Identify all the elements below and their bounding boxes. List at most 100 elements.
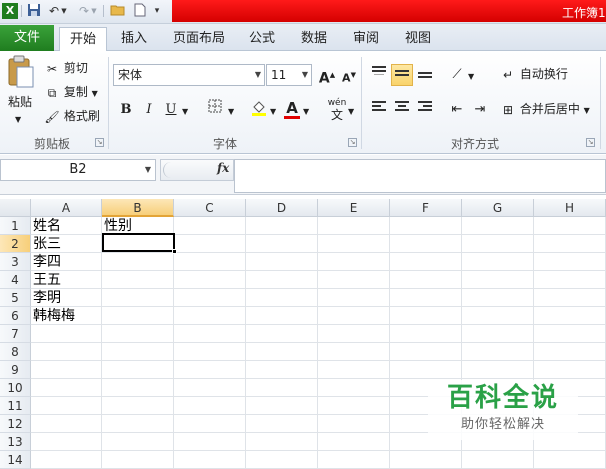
phonetic-button[interactable]: wén 文 (326, 97, 348, 121)
decrease-indent-button[interactable]: ⇤ (446, 99, 468, 121)
tab-file[interactable]: 文件 (0, 25, 54, 51)
gridline (31, 378, 606, 379)
orientation-button[interactable]: ⟋ (446, 64, 468, 86)
name-box[interactable]: B2 ▼ (0, 159, 156, 181)
cut-button[interactable]: ✂ 剪切 (44, 59, 88, 77)
font-color-dropdown-icon[interactable]: ▼ (303, 103, 309, 121)
borders-button[interactable] (204, 99, 226, 121)
merge-dropdown-icon[interactable]: ▼ (584, 106, 590, 115)
tab-data[interactable]: 数据 (296, 27, 332, 51)
grow-font-button[interactable]: A▲ (316, 64, 338, 87)
tab-page-layout[interactable]: 页面布局 (168, 27, 230, 51)
merge-center-button[interactable]: ⊞ 合并后居中 ▼ (500, 100, 590, 120)
bold-button[interactable]: B (115, 99, 137, 121)
row-header-2[interactable]: 2 (0, 235, 31, 253)
font-color-swatch (284, 116, 300, 119)
redo-dropdown-icon[interactable]: ▼ (90, 3, 98, 19)
new-document-icon[interactable] (132, 3, 148, 19)
row-header-1[interactable]: 1 (0, 217, 31, 235)
increase-indent-icon: ⇥ (474, 102, 486, 117)
row-header-13[interactable]: 13 (0, 433, 31, 451)
align-middle-button[interactable] (391, 64, 413, 86)
wrap-text-button[interactable]: ↵ 自动换行 (500, 65, 568, 83)
column-header-f[interactable]: F (390, 199, 462, 217)
fill-handle[interactable] (172, 249, 177, 254)
borders-dropdown-icon[interactable]: ▼ (228, 103, 234, 121)
align-left-icon (372, 101, 386, 111)
cell-a2[interactable]: 张三 (31, 235, 61, 253)
decrease-indent-icon: ⇤ (451, 102, 463, 117)
row-header-5[interactable]: 5 (0, 289, 31, 307)
row-header-14[interactable]: 14 (0, 451, 31, 469)
column-header-g[interactable]: G (462, 199, 534, 217)
align-center-button[interactable] (391, 99, 413, 121)
align-left-button[interactable] (368, 99, 390, 121)
fill-color-button[interactable] (248, 99, 270, 121)
align-middle-icon (395, 70, 409, 76)
tab-formulas[interactable]: 公式 (244, 27, 280, 51)
paste-icon[interactable] (6, 55, 36, 89)
font-color-button[interactable]: A (281, 97, 303, 119)
insert-function-icon[interactable]: fx (217, 161, 229, 175)
row-header-6[interactable]: 6 (0, 307, 31, 325)
font-size-select[interactable]: 11 ▼ (266, 64, 312, 86)
row-header-7[interactable]: 7 (0, 325, 31, 343)
row-header-9[interactable]: 9 (0, 361, 31, 379)
row-header-10[interactable]: 10 (0, 379, 31, 397)
select-all-button[interactable] (0, 199, 31, 217)
row-header-11[interactable]: 11 (0, 397, 31, 415)
copy-button[interactable]: ⧉ 复制 ▼ (44, 83, 98, 103)
row-header-4[interactable]: 4 (0, 271, 31, 289)
underline-dropdown-icon[interactable]: ▼ (182, 103, 188, 121)
column-header-b[interactable]: B (102, 199, 174, 217)
shrink-font-button[interactable]: A▼ (338, 64, 360, 86)
separator (103, 5, 104, 17)
active-cell-b2[interactable] (102, 233, 177, 254)
title-bar-accent: 工作簿1 (172, 0, 606, 22)
column-header-d[interactable]: D (246, 199, 318, 217)
font-name-select[interactable]: 宋体 ▼ (113, 64, 265, 86)
align-top-button[interactable] (368, 64, 390, 86)
expand-handle-icon[interactable] (163, 162, 177, 178)
copy-dropdown-icon[interactable]: ▼ (92, 89, 98, 98)
column-header-c[interactable]: C (174, 199, 246, 217)
chevron-down-icon[interactable]: ▼ (145, 160, 151, 180)
tab-review[interactable]: 审阅 (348, 27, 384, 51)
underline-button[interactable]: U (160, 99, 182, 121)
separator (21, 5, 22, 17)
column-header-a[interactable]: A (31, 199, 102, 217)
format-painter-button[interactable]: 🖌 格式刷 (44, 107, 99, 125)
column-header-h[interactable]: H (534, 199, 606, 217)
tab-view[interactable]: 视图 (400, 27, 436, 51)
clipboard-launcher-icon[interactable]: ↘ (95, 138, 104, 147)
italic-button[interactable]: I (138, 99, 160, 121)
cell-a5[interactable]: 李明 (31, 289, 61, 307)
phonetic-dropdown-icon[interactable]: ▼ (348, 103, 354, 121)
cell-a6[interactable]: 韩梅梅 (31, 307, 75, 325)
orientation-dropdown-icon[interactable]: ▼ (468, 68, 474, 86)
row-header-3[interactable]: 3 (0, 253, 31, 271)
align-center-icon (395, 101, 409, 111)
grow-font-icon: A (318, 70, 330, 87)
align-right-button[interactable] (414, 99, 436, 121)
increase-indent-button[interactable]: ⇥ (469, 99, 491, 121)
undo-dropdown-icon[interactable]: ▼ (60, 3, 68, 19)
open-folder-icon[interactable] (110, 3, 126, 19)
fill-color-dropdown-icon[interactable]: ▼ (270, 103, 276, 121)
align-bottom-button[interactable] (414, 64, 436, 86)
row-header-12[interactable]: 12 (0, 415, 31, 433)
formula-input[interactable] (234, 159, 606, 193)
tab-home[interactable]: 开始 (59, 27, 107, 52)
tab-insert[interactable]: 插入 (114, 27, 154, 51)
paste-button[interactable]: 粘贴 (8, 93, 32, 111)
font-launcher-icon[interactable]: ↘ (348, 138, 357, 147)
cell-a4[interactable]: 王五 (31, 271, 61, 289)
customize-toolbar-icon[interactable]: ▾ (150, 3, 164, 19)
cell-a3[interactable]: 李四 (31, 253, 61, 271)
paste-dropdown-icon[interactable]: ▼ (15, 111, 21, 129)
save-icon[interactable] (26, 3, 42, 19)
column-header-e[interactable]: E (318, 199, 390, 217)
row-header-8[interactable]: 8 (0, 343, 31, 361)
alignment-launcher-icon[interactable]: ↘ (586, 138, 595, 147)
cell-a1[interactable]: 姓名 (31, 217, 61, 235)
